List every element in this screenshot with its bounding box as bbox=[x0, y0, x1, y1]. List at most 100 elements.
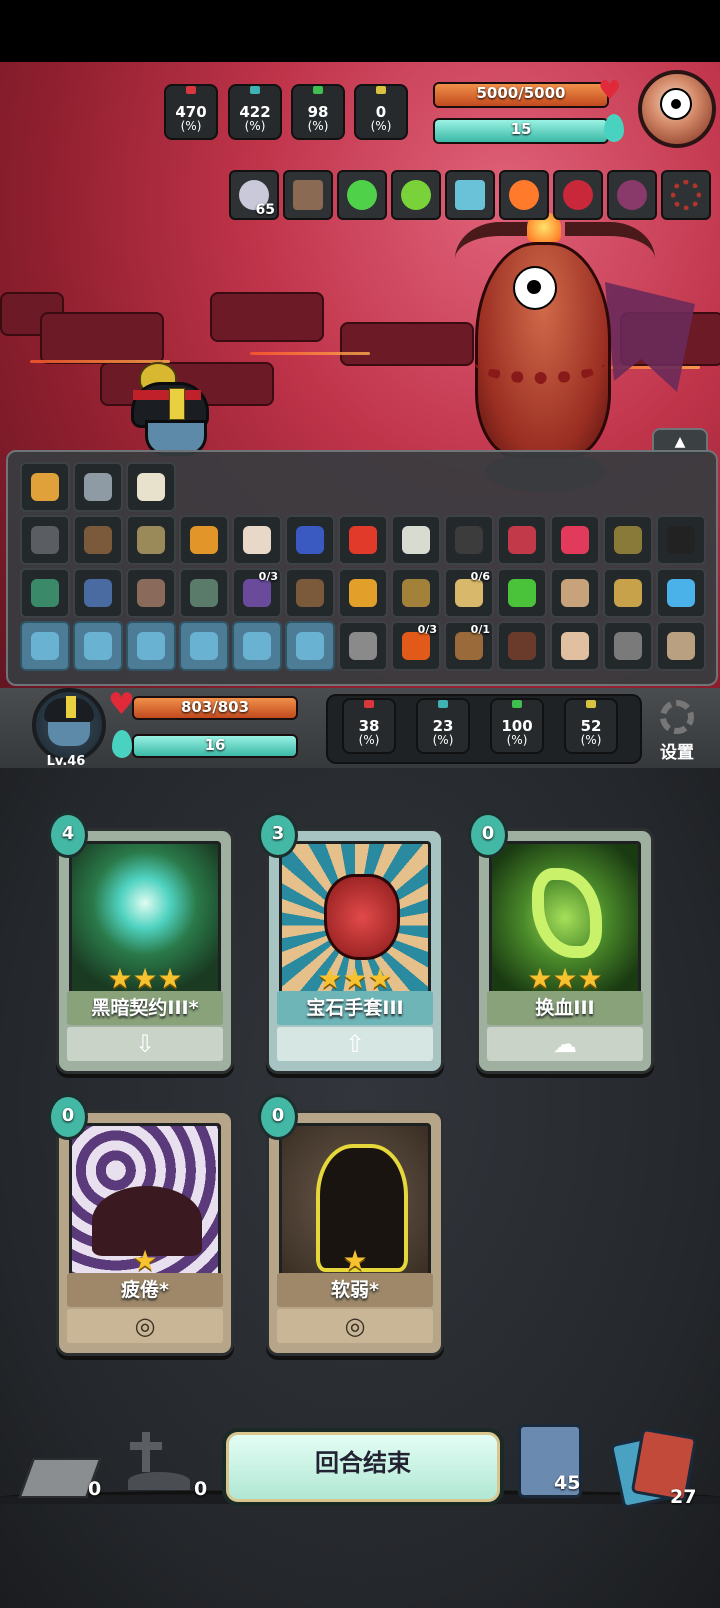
inventory-slot[interactable] bbox=[126, 515, 176, 565]
inventory-slot[interactable] bbox=[73, 568, 123, 618]
card-type-icon: ⇩ bbox=[67, 1027, 223, 1061]
inventory-slot[interactable] bbox=[285, 568, 335, 618]
inventory-slot[interactable] bbox=[497, 568, 547, 618]
card-stars: ★★★ bbox=[527, 962, 603, 995]
stat-value: 38 bbox=[358, 717, 380, 735]
inventory-slot[interactable] bbox=[550, 515, 600, 565]
enemy-relic-3[interactable] bbox=[337, 170, 387, 220]
enemy-energy-bar: 15 bbox=[433, 118, 609, 144]
inventory-slot[interactable] bbox=[73, 462, 123, 512]
inventory-slot[interactable] bbox=[126, 621, 176, 671]
inventory-slot[interactable] bbox=[497, 621, 547, 671]
inventory-slot[interactable] bbox=[285, 515, 335, 565]
exhaust-pile[interactable]: 0 bbox=[18, 1448, 106, 1508]
card-stars: ★★★ bbox=[107, 962, 183, 995]
player-hp-text: 803/803 bbox=[180, 698, 250, 716]
bell-icon bbox=[402, 579, 430, 607]
sword-icon bbox=[364, 700, 374, 708]
inventory-slot[interactable] bbox=[550, 621, 600, 671]
settings-label: 设置 bbox=[660, 743, 694, 763]
stat-unit: (%) bbox=[506, 733, 528, 747]
book-icon bbox=[293, 180, 323, 210]
castle-icon bbox=[313, 86, 323, 94]
enemy-portrait[interactable] bbox=[638, 70, 716, 148]
enemy-relic-5[interactable] bbox=[445, 170, 495, 220]
stat-unit: (%) bbox=[180, 119, 202, 133]
pot-icon bbox=[508, 632, 536, 660]
inventory-slot[interactable] bbox=[126, 568, 176, 618]
slot-count: 0/6 bbox=[470, 570, 490, 583]
inventory-slot[interactable] bbox=[391, 568, 441, 618]
shell-icon bbox=[667, 632, 695, 660]
card-cost: 0 bbox=[48, 1094, 88, 1140]
enemy-energy-text: 15 bbox=[510, 120, 532, 138]
enemy-relic-1[interactable]: 65 bbox=[229, 170, 279, 220]
ghost-icon bbox=[402, 526, 430, 554]
grave-pile[interactable]: 0 bbox=[128, 1428, 208, 1508]
inventory-slot[interactable] bbox=[20, 621, 70, 671]
enemy-relic-2[interactable] bbox=[283, 170, 333, 220]
discard-pile[interactable]: 27 bbox=[609, 1427, 702, 1510]
inventory-slot[interactable] bbox=[603, 568, 653, 618]
mummy-icon bbox=[561, 579, 589, 607]
inventory-slot[interactable]: 0/3 bbox=[391, 621, 441, 671]
inventory-slot[interactable] bbox=[126, 462, 176, 512]
inventory-slot[interactable] bbox=[603, 515, 653, 565]
settings-button[interactable]: 设置 bbox=[652, 700, 702, 763]
enemy-relic-6[interactable] bbox=[499, 170, 549, 220]
inventory-slot[interactable] bbox=[232, 621, 282, 671]
stat-value: 98 bbox=[307, 103, 329, 121]
inventory-slot[interactable] bbox=[444, 515, 494, 565]
inventory-slot[interactable]: 0/1 bbox=[444, 621, 494, 671]
end-turn-button[interactable]: 回合结束 bbox=[222, 1428, 504, 1506]
card-weakness[interactable]: ★ 软弱* ◎ bbox=[266, 1110, 444, 1356]
inventory-slot[interactable] bbox=[73, 621, 123, 671]
inventory-slot[interactable] bbox=[179, 621, 229, 671]
card-dark-pact[interactable]: ★★★ 黑暗契约III* ⇩ bbox=[56, 828, 234, 1074]
inventory-slot[interactable] bbox=[20, 515, 70, 565]
inventory-slot[interactable] bbox=[20, 568, 70, 618]
inventory-slot[interactable] bbox=[179, 568, 229, 618]
exhaust-count: 0 bbox=[88, 1478, 102, 1500]
inventory-slot[interactable] bbox=[232, 515, 282, 565]
tome-icon bbox=[243, 579, 271, 607]
inventory-slot[interactable] bbox=[338, 621, 388, 671]
slot-count: 0/1 bbox=[470, 623, 490, 636]
card-blood-swap[interactable]: ★★★ 换血III ☁ bbox=[476, 828, 654, 1074]
inventory-slot[interactable] bbox=[550, 568, 600, 618]
inventory-slot[interactable] bbox=[73, 515, 123, 565]
enemy-relic-7[interactable] bbox=[553, 170, 603, 220]
torch-icon bbox=[509, 180, 539, 210]
inventory-slot[interactable] bbox=[656, 515, 706, 565]
draw-pile[interactable]: 45 bbox=[518, 1424, 584, 1498]
card-fatigue[interactable]: ★ 疲倦* ◎ bbox=[56, 1110, 234, 1356]
inventory-slot[interactable]: 0/6 bbox=[444, 568, 494, 618]
inventory-slot[interactable] bbox=[603, 621, 653, 671]
inventory-slot[interactable] bbox=[391, 515, 441, 565]
inventory-slot[interactable] bbox=[179, 515, 229, 565]
inventory-slot[interactable] bbox=[497, 515, 547, 565]
inventory-slot[interactable] bbox=[338, 568, 388, 618]
enemy-stat-block: 98 (%) bbox=[291, 84, 345, 140]
card-gem-gauntlet[interactable]: ★★★ 宝石手套III ⇧ bbox=[266, 828, 444, 1074]
talisman-icon bbox=[66, 696, 76, 718]
inventory-slot[interactable] bbox=[656, 568, 706, 618]
slot-count: 0/3 bbox=[258, 570, 278, 583]
inventory-slot[interactable] bbox=[338, 515, 388, 565]
enemy-relic-8[interactable] bbox=[607, 170, 657, 220]
enemy-relic-4[interactable] bbox=[391, 170, 441, 220]
inventory-slot[interactable] bbox=[20, 462, 70, 512]
inventory-slot[interactable]: 0/3 bbox=[232, 568, 282, 618]
player-avatar[interactable] bbox=[32, 688, 106, 762]
cube-icon bbox=[84, 473, 112, 501]
enemy-relic-9[interactable] bbox=[661, 170, 711, 220]
claw-hand-icon bbox=[137, 579, 165, 607]
card-name: 宝石手套III bbox=[277, 991, 433, 1025]
bone-icon bbox=[243, 526, 271, 554]
rock-decoration bbox=[340, 322, 474, 366]
inventory-slot[interactable] bbox=[285, 621, 335, 671]
inventory-slot[interactable] bbox=[656, 621, 706, 671]
bead-ring-icon bbox=[671, 180, 701, 210]
claw-icon bbox=[563, 180, 593, 210]
player-level: Lv.46 bbox=[46, 754, 86, 769]
